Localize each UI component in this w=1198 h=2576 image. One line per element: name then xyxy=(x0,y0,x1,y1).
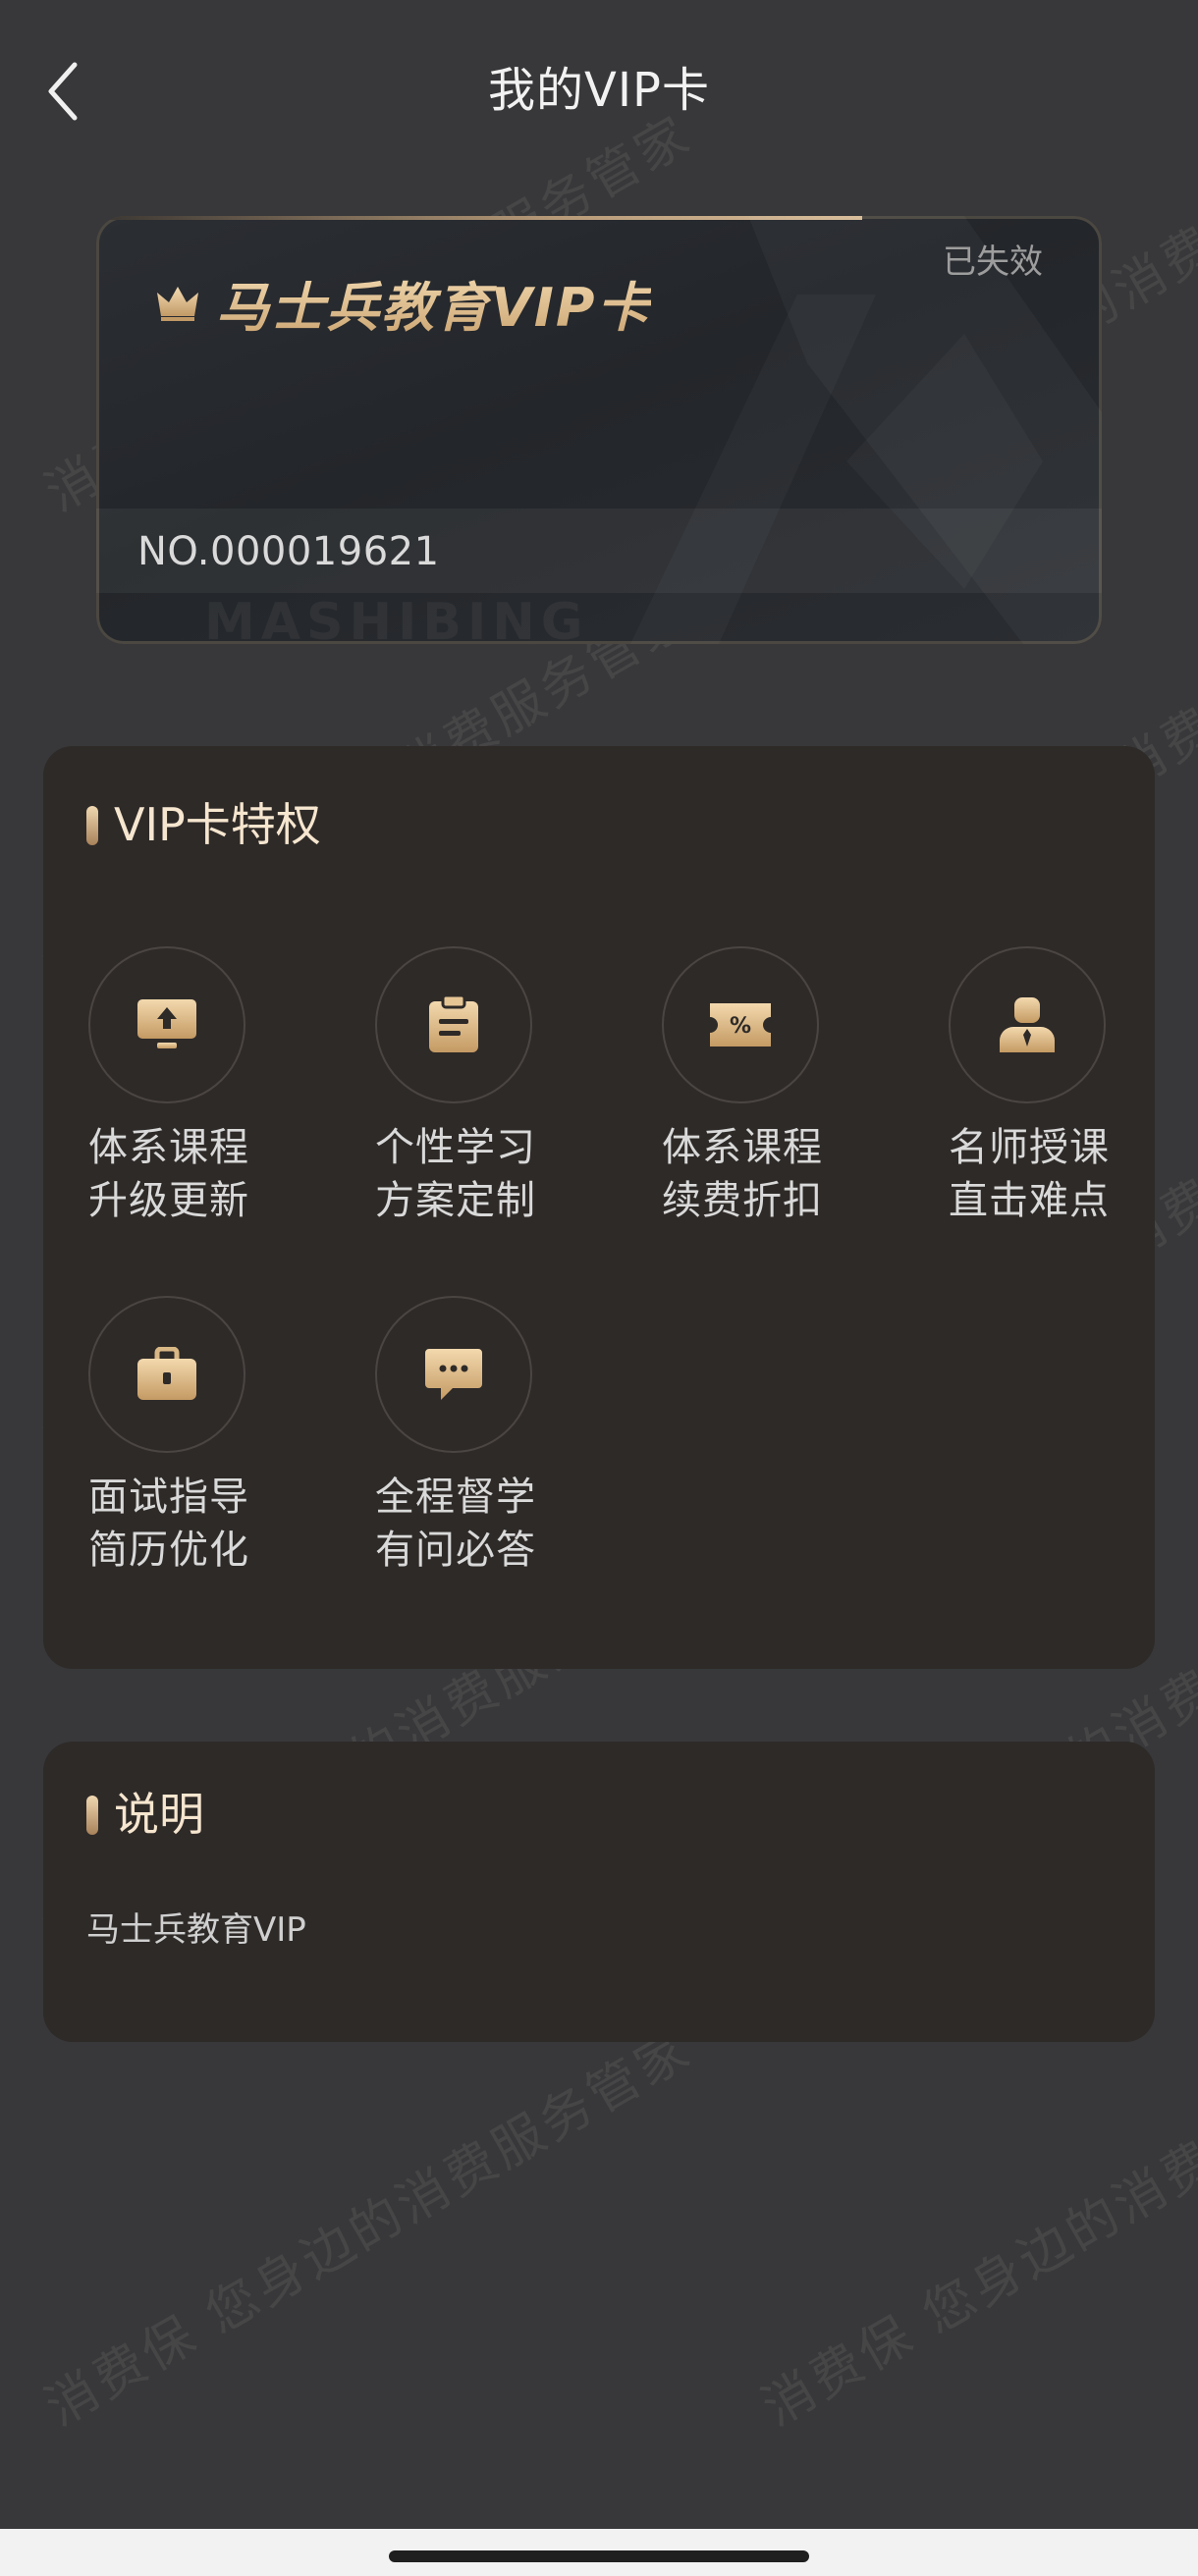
card-status-badge: 已失效 xyxy=(943,242,1043,282)
vip-card[interactable]: 马士兵教育VIP卡 已失效 NO.000019621 MASHIBING xyxy=(96,216,1102,644)
card-number: NO.000019621 xyxy=(137,529,440,574)
privilege-label: 名师授课 直击难点 xyxy=(949,1125,1110,1223)
privilege-label: 面试指导 简历优化 xyxy=(88,1475,249,1573)
privilege-learning-plan[interactable]: 个性学习 方案定制 xyxy=(375,946,611,1227)
privilege-full-supervision[interactable]: 全程督学 有问必答 xyxy=(375,1296,611,1577)
card-name: 马士兵教育VIP卡 xyxy=(216,269,651,348)
notes-text: 马士兵教育VIP xyxy=(86,1910,306,1950)
page-title: 我的VIP卡 xyxy=(488,63,710,118)
watermark: 消费保 您身边的消费服务管家 xyxy=(35,2018,702,2439)
section-accent-bar xyxy=(86,1796,98,1835)
teacher-icon xyxy=(1000,997,1055,1052)
privilege-icon-circle xyxy=(88,1296,245,1453)
privileges-section-title: VIP卡特权 xyxy=(86,793,321,856)
privilege-icon-circle: % xyxy=(662,946,819,1103)
privilege-renewal-discount[interactable]: % 体系课程 续费折扣 xyxy=(662,946,898,1227)
privilege-expert-teacher[interactable]: 名师授课 直击难点 xyxy=(949,946,1184,1227)
privilege-interview-guidance[interactable]: 面试指导 简历优化 xyxy=(88,1296,324,1577)
watermark: 消费保 您身边的消费服务管家 xyxy=(752,2018,1198,2439)
privilege-icon-circle xyxy=(88,946,245,1103)
card-brand-watermark: MASHIBING xyxy=(204,593,589,644)
notes-panel: 说明 马士兵教育VIP xyxy=(43,1742,1155,2042)
crown-icon xyxy=(157,287,198,321)
home-indicator[interactable] xyxy=(389,2550,809,2562)
privilege-label: 体系课程 升级更新 xyxy=(88,1125,249,1223)
privilege-label: 全程督学 有问必答 xyxy=(375,1475,536,1573)
discount-ticket-icon: % xyxy=(710,1003,771,1046)
card-number-bar: NO.000019621 xyxy=(96,509,1102,593)
briefcase-icon xyxy=(137,1347,196,1400)
privilege-icon-circle xyxy=(375,1296,532,1453)
system-navigation-bar xyxy=(0,2529,1198,2576)
notes-title-text: 说明 xyxy=(114,1788,204,1841)
section-accent-bar xyxy=(86,806,98,845)
svg-text:%: % xyxy=(730,1014,751,1039)
privileges-title-text: VIP卡特权 xyxy=(114,798,321,851)
notes-section-title: 说明 xyxy=(86,1783,204,1846)
clipboard-icon xyxy=(429,995,478,1052)
chat-bubble-icon xyxy=(425,1349,482,1400)
app-header: 我的VIP卡 xyxy=(0,0,1198,187)
privileges-panel: VIP卡特权 体系课程 升级更新 个性学习 方案定制 % 体系课程 续费折扣 名… xyxy=(43,746,1155,1669)
privilege-icon-circle xyxy=(949,946,1106,1103)
privilege-label: 体系课程 续费折扣 xyxy=(662,1125,823,1223)
upload-screen-icon xyxy=(137,999,196,1048)
privilege-course-update[interactable]: 体系课程 升级更新 xyxy=(88,946,324,1227)
privilege-icon-circle xyxy=(375,946,532,1103)
privilege-label: 个性学习 方案定制 xyxy=(375,1125,536,1223)
